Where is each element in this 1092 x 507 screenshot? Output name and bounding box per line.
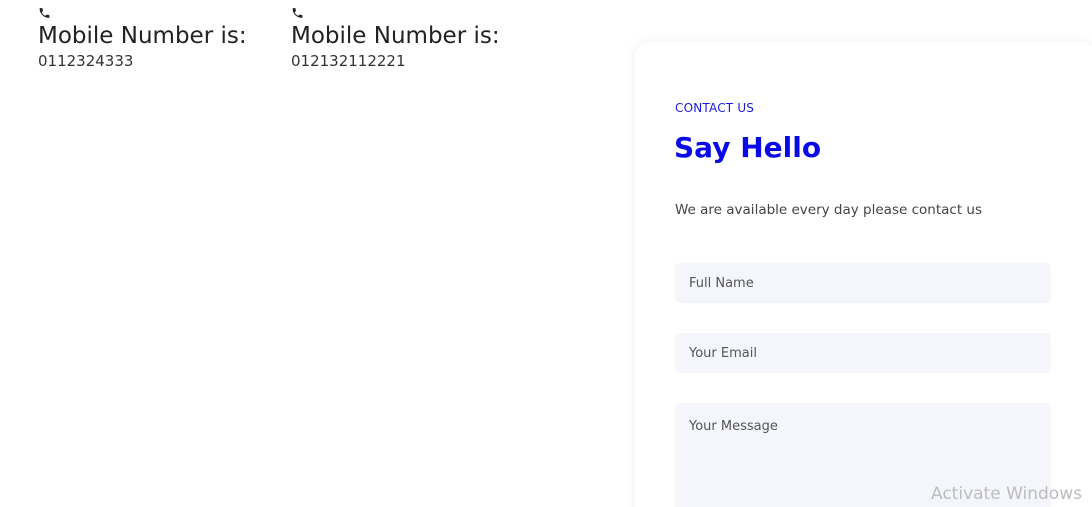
phone-contact-1: Mobile Number is: 0112324333 — [38, 6, 247, 71]
phone-icon — [39, 8, 50, 18]
phone-number: 0112324333 — [38, 52, 134, 70]
phone-contact-2: Mobile Number is: 012132112221 — [291, 6, 500, 71]
phone-title: Mobile Number is: — [291, 23, 500, 49]
contact-form-card: CONTACT US Say Hello We are available ev… — [635, 42, 1092, 507]
contact-heading: Say Hello — [674, 131, 822, 164]
phone-icon — [292, 8, 303, 18]
contact-eyebrow: CONTACT US — [675, 101, 755, 115]
email-input[interactable] — [675, 333, 1051, 373]
phone-title: Mobile Number is: — [38, 23, 247, 49]
phone-number: 012132112221 — [291, 52, 406, 70]
contact-subtitle: We are available every day please contac… — [675, 202, 982, 218]
page: Mobile Number is: 0112324333 Mobile Numb… — [0, 0, 1092, 507]
full-name-input[interactable] — [675, 263, 1051, 303]
activate-windows-watermark: Activate Windows — [931, 484, 1082, 504]
